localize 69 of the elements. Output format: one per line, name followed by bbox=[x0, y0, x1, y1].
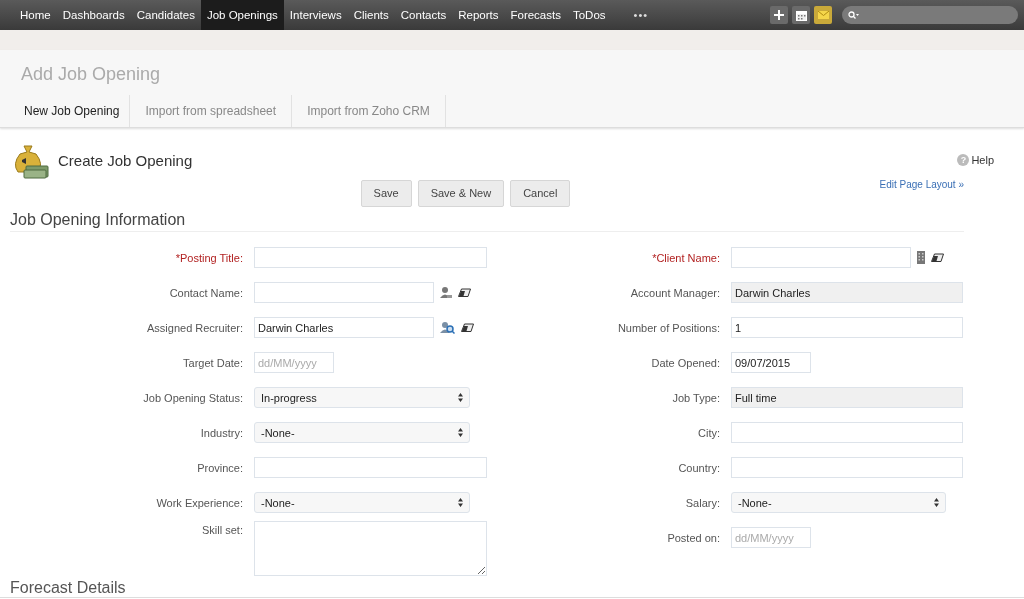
text-field[interactable] bbox=[731, 457, 963, 478]
nav-tab[interactable]: Home bbox=[14, 0, 57, 30]
form-button[interactable]: Save & New bbox=[417, 179, 505, 207]
field-label: Industry: bbox=[200, 426, 243, 439]
section-title: Forecast Details bbox=[0, 579, 1024, 598]
text-field[interactable]: Darwin Charles bbox=[731, 282, 963, 303]
field-label: Salary: bbox=[685, 496, 720, 509]
nav-tab[interactable]: ToDos bbox=[566, 0, 612, 30]
field-label: Contact Name: bbox=[169, 286, 243, 299]
person-icon[interactable] bbox=[440, 286, 452, 299]
field-label: Posted on: bbox=[667, 531, 720, 544]
field-label: Target Date: bbox=[183, 356, 243, 369]
nav-tab[interactable]: Forecasts bbox=[504, 0, 567, 30]
tab[interactable]: New Job Opening bbox=[0, 95, 131, 127]
more-menu[interactable]: ••• bbox=[633, 0, 649, 30]
text-field[interactable]: 1 bbox=[731, 317, 963, 338]
edit-layout-link[interactable]: Edit Page Layout » bbox=[879, 179, 964, 190]
lookup-field[interactable] bbox=[731, 247, 911, 268]
field-label: Account Manager: bbox=[630, 286, 720, 299]
form-title: Create Job Opening bbox=[58, 151, 193, 169]
field-label: *Posting Title: bbox=[175, 251, 243, 264]
dropdown[interactable]: -None- bbox=[254, 422, 470, 443]
select-arrows-icon bbox=[458, 498, 463, 507]
text-field[interactable] bbox=[254, 457, 487, 478]
nav-tab[interactable]: Candidates bbox=[130, 0, 201, 30]
section-title: Job Opening Information bbox=[9, 210, 187, 230]
lookup-field[interactable] bbox=[254, 282, 434, 303]
nav-tab[interactable]: Interviews bbox=[283, 0, 348, 30]
form-button[interactable]: Cancel bbox=[510, 179, 571, 207]
field-label: *Client Name: bbox=[652, 251, 720, 264]
field-label: Skill set: bbox=[202, 524, 243, 536]
plus-icon[interactable] bbox=[770, 6, 788, 24]
field-label: Work Experience: bbox=[156, 496, 243, 509]
eraser-icon[interactable] bbox=[461, 323, 474, 332]
field-label: Province: bbox=[197, 461, 243, 474]
building-icon[interactable] bbox=[917, 251, 925, 264]
text-field[interactable] bbox=[254, 247, 487, 268]
dropdown[interactable]: In-progress bbox=[254, 387, 470, 408]
calendar-icon[interactable] bbox=[792, 6, 810, 24]
date-field[interactable]: 09/07/2015 bbox=[731, 352, 811, 373]
text-field[interactable] bbox=[731, 422, 963, 443]
nav-tab[interactable]: Dashboards bbox=[56, 0, 131, 30]
dropdown[interactable]: -None- bbox=[254, 492, 470, 513]
search-field[interactable] bbox=[842, 6, 1018, 24]
field-label: Assigned Recruiter: bbox=[147, 321, 243, 334]
date-field[interactable]: dd/MM/yyyy bbox=[254, 352, 334, 373]
person-search-icon[interactable] bbox=[440, 321, 455, 334]
text-field[interactable]: Full time bbox=[731, 387, 963, 408]
lookup-field[interactable]: Darwin Charles bbox=[254, 317, 434, 338]
search-icon[interactable] bbox=[848, 11, 859, 19]
dropdown[interactable]: -None- bbox=[731, 492, 946, 513]
nav-tab[interactable]: Clients bbox=[347, 0, 395, 30]
nav-tab[interactable]: Contacts bbox=[394, 0, 453, 30]
field-label: Job Type: bbox=[672, 391, 720, 404]
field-label: City: bbox=[698, 426, 720, 439]
nav-tab[interactable]: Reports bbox=[452, 0, 505, 30]
field-label: Number of Positions: bbox=[617, 321, 720, 334]
select-arrows-icon bbox=[458, 428, 463, 437]
field-label: Date Opened: bbox=[651, 356, 720, 369]
select-arrows-icon bbox=[934, 498, 939, 507]
help-link[interactable]: Help bbox=[971, 154, 994, 166]
field-label: Job Opening Status: bbox=[143, 391, 243, 404]
field-label: Country: bbox=[678, 461, 720, 474]
eraser-icon[interactable] bbox=[458, 288, 471, 297]
form-button[interactable]: Save bbox=[360, 179, 412, 207]
date-field[interactable]: dd/MM/yyyy bbox=[731, 527, 811, 548]
nav-tab[interactable]: Job Openings bbox=[200, 0, 284, 30]
eraser-icon[interactable] bbox=[931, 253, 944, 262]
select-arrows-icon bbox=[458, 393, 463, 402]
